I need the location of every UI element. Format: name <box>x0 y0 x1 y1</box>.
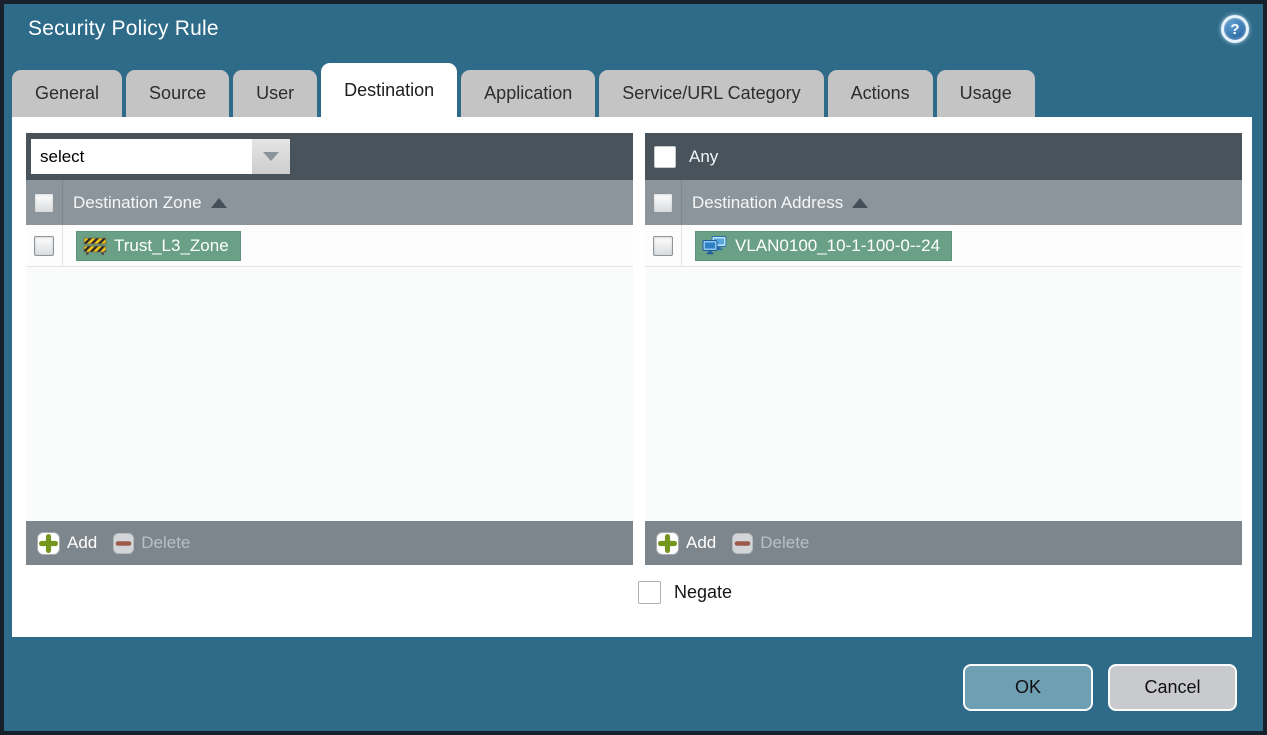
zone-filter-dropdown-button[interactable] <box>252 139 290 174</box>
zone-row-checkbox[interactable] <box>34 235 54 256</box>
zone-entry[interactable]: Trust_L3_Zone <box>76 230 241 261</box>
address-panel-footer: Add Delete <box>645 521 1242 565</box>
zone-column-header[interactable]: Destination Zone <box>26 180 633 225</box>
negate-checkbox[interactable] <box>638 581 661 604</box>
zone-delete-button[interactable]: Delete <box>113 532 191 554</box>
negate-option: Negate <box>638 581 732 604</box>
tab-actions[interactable]: Actions <box>827 70 933 117</box>
zone-table-body: Trust_L3_Zone <box>26 225 633 521</box>
help-icon[interactable]: ? <box>1221 15 1249 43</box>
address-select-all-checkbox[interactable] <box>653 192 673 213</box>
destination-address-panel: Any Destination Address VLAN0100_10-1-10… <box>645 133 1242 565</box>
zone-filter-toolbar: select <box>26 133 633 180</box>
address-entry[interactable]: VLAN0100_10-1-100-0--24 <box>695 230 953 261</box>
dialog-title: Security Policy Rule <box>28 17 219 40</box>
add-icon <box>656 531 679 555</box>
chevron-down-icon <box>263 152 279 161</box>
zone-header-checkbox-cell <box>26 180 63 225</box>
ok-button[interactable]: OK <box>963 664 1093 711</box>
tab-service-url-category[interactable]: Service/URL Category <box>599 70 824 117</box>
address-delete-label: Delete <box>760 533 810 552</box>
address-add-label: Add <box>686 533 717 552</box>
zone-add-button[interactable]: Add <box>37 531 98 555</box>
address-column-label: Destination Address <box>692 192 844 212</box>
zone-add-label: Add <box>67 533 98 552</box>
destination-zone-panel: select Destination Zone Trust_L3_Zone Ad… <box>26 133 633 565</box>
zone-filter-select[interactable]: select <box>31 139 252 174</box>
tab-source[interactable]: Source <box>126 70 230 117</box>
address-row-checkbox-cell <box>645 225 682 266</box>
tab-bar: General Source User Destination Applicat… <box>12 63 1035 117</box>
add-icon <box>37 531 60 555</box>
zone-delete-label: Delete <box>141 533 191 552</box>
tab-general[interactable]: General <box>12 70 123 117</box>
tab-application[interactable]: Application <box>461 70 596 117</box>
tab-destination[interactable]: Destination <box>321 63 458 117</box>
zone-entry-label: Trust_L3_Zone <box>114 235 229 255</box>
delete-icon <box>732 532 754 554</box>
zone-table-row[interactable]: Trust_L3_Zone <box>26 225 633 267</box>
any-checkbox[interactable] <box>654 145 676 168</box>
address-column-header[interactable]: Destination Address <box>645 180 1242 225</box>
delete-icon <box>113 532 135 554</box>
destination-tab-content: select Destination Zone Trust_L3_Zone Ad… <box>12 117 1252 637</box>
tab-user[interactable]: User <box>233 70 318 117</box>
any-label: Any <box>689 146 719 166</box>
zone-column-label: Destination Zone <box>73 192 202 212</box>
zone-row-checkbox-cell <box>26 225 63 266</box>
zone-select-all-checkbox[interactable] <box>34 192 54 213</box>
security-policy-rule-dialog: Security Policy Rule ? General Source Us… <box>0 0 1267 735</box>
address-row-checkbox[interactable] <box>653 235 673 256</box>
negate-label: Negate <box>674 582 733 602</box>
address-table-row[interactable]: VLAN0100_10-1-100-0--24 <box>645 225 1242 267</box>
network-icon <box>702 235 727 254</box>
zone-panel-footer: Add Delete <box>26 521 633 565</box>
address-delete-button[interactable]: Delete <box>732 532 810 554</box>
cancel-button[interactable]: Cancel <box>1108 664 1237 711</box>
zone-icon <box>83 237 107 255</box>
tab-usage[interactable]: Usage <box>936 70 1035 117</box>
address-table-body: VLAN0100_10-1-100-0--24 <box>645 225 1242 521</box>
sort-ascending-icon <box>210 197 227 208</box>
address-header-checkbox-cell <box>645 180 682 225</box>
address-add-button[interactable]: Add <box>656 531 717 555</box>
address-any-bar: Any <box>645 133 1242 180</box>
address-entry-label: VLAN0100_10-1-100-0--24 <box>735 235 941 255</box>
sort-ascending-icon <box>852 197 869 208</box>
